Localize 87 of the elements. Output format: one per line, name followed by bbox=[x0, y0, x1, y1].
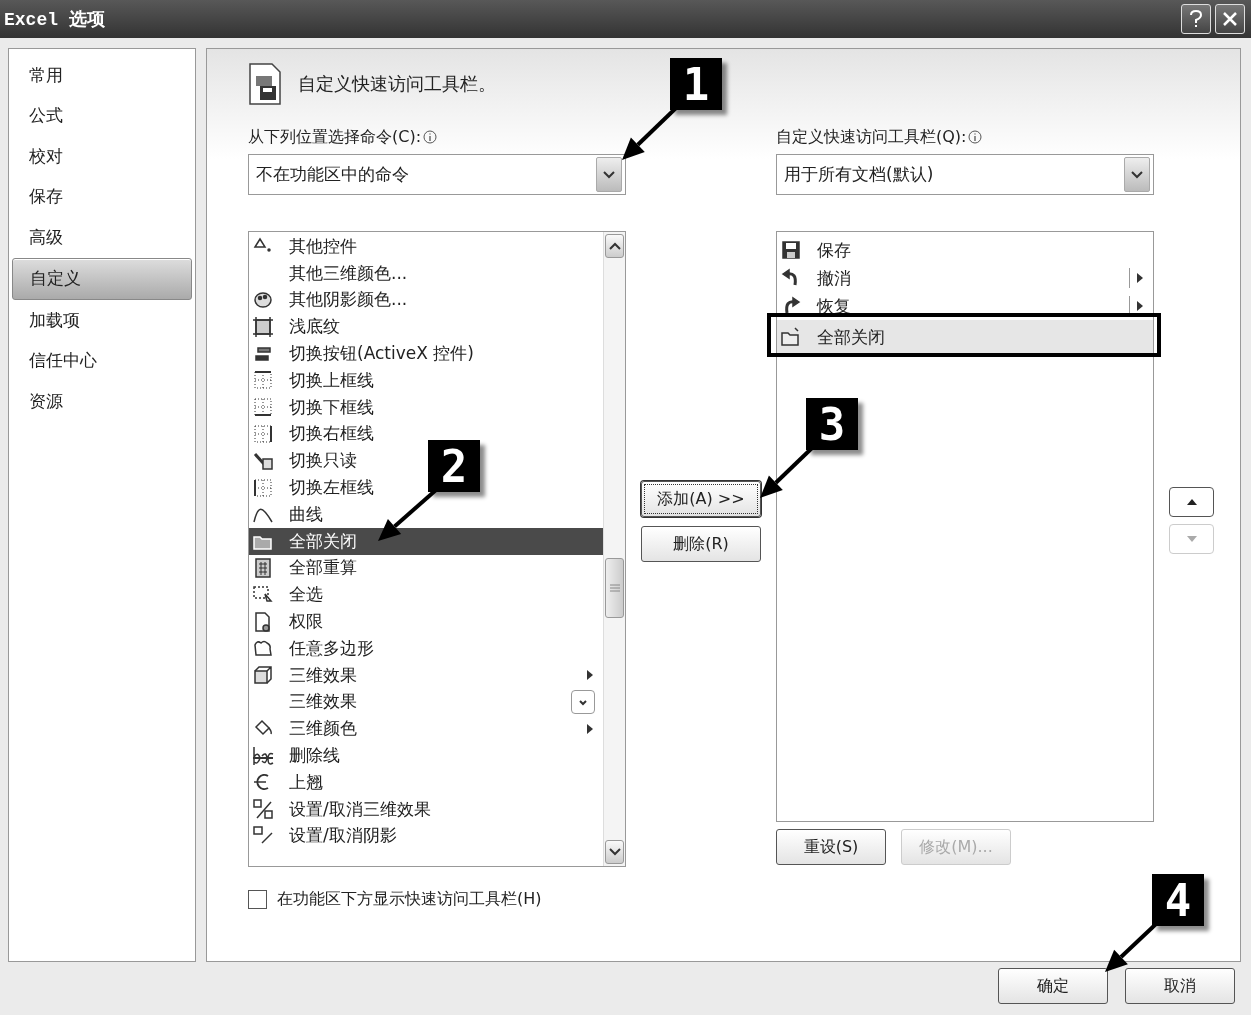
scrollbar[interactable] bbox=[603, 232, 625, 866]
sidebar-item[interactable]: 保存 bbox=[12, 176, 192, 217]
reset-button[interactable]: 重设(S) bbox=[776, 829, 886, 865]
commands-source-dropdown[interactable]: 不在功能区中的命令 bbox=[248, 154, 626, 195]
submenu-arrow-icon bbox=[585, 670, 595, 681]
callout-arrow bbox=[1105, 922, 1158, 972]
command-item[interactable]: 全选 bbox=[249, 581, 331, 609]
command-item[interactable]: 其他阴影颜色... bbox=[249, 286, 416, 314]
command-item[interactable]: 任意多边形 bbox=[249, 634, 382, 662]
section-title: 自定义快速访问工具栏。 bbox=[298, 72, 496, 96]
cube-icon bbox=[252, 664, 274, 687]
sidebar-item[interactable]: 高级 bbox=[12, 217, 192, 258]
command-item[interactable]: 全部重算 bbox=[249, 554, 365, 582]
sidebar-item[interactable]: 常用 bbox=[12, 55, 192, 96]
help-icon bbox=[1189, 10, 1203, 28]
command-item[interactable]: 切换按钮(ActiveX 控件) bbox=[249, 340, 482, 367]
toolbar-target-dropdown[interactable]: 用于所有文档(默认) bbox=[776, 154, 1154, 195]
checkbox[interactable] bbox=[248, 890, 267, 909]
sidebar-item[interactable]: 校对 bbox=[12, 136, 192, 177]
step-badge: 1 bbox=[670, 58, 722, 110]
ok-button[interactable]: 确定 bbox=[998, 968, 1108, 1004]
calculator-icon bbox=[252, 556, 274, 579]
folder-icon bbox=[780, 326, 802, 348]
window-title: Excel 选项 bbox=[4, 9, 105, 31]
command-item[interactable]: 切换左框线 bbox=[249, 474, 382, 501]
info-icon bbox=[968, 130, 983, 144]
command-item[interactable]: 上翘 bbox=[249, 768, 331, 796]
command-item[interactable]: 权限 bbox=[249, 608, 331, 635]
command-item[interactable]: 三维颜色 bbox=[249, 715, 603, 743]
close-button[interactable] bbox=[1215, 4, 1245, 34]
add-button[interactable]: 添加(A) >> bbox=[641, 481, 761, 517]
dropdown-button[interactable] bbox=[571, 689, 595, 714]
command-item[interactable]: 三维效果 bbox=[249, 661, 603, 689]
command-item[interactable]: 设置/取消三维效果 bbox=[249, 795, 439, 823]
sidebar-item[interactable]: 资源 bbox=[12, 381, 192, 422]
command-item[interactable]: 切换下框线 bbox=[249, 393, 382, 421]
border-icon bbox=[252, 369, 274, 392]
triangle-down-icon bbox=[1186, 536, 1197, 542]
sidebar-item[interactable]: 公式 bbox=[12, 95, 192, 136]
submenu-arrow-icon bbox=[1135, 273, 1145, 283]
command-item[interactable]: 浅底纹 bbox=[249, 313, 348, 341]
sidebar-item[interactable]: 信任中心 bbox=[12, 340, 192, 381]
field-label: 自定义快速访问工具栏(Q): bbox=[776, 126, 967, 148]
command-item[interactable]: 删除线 bbox=[249, 742, 348, 769]
toolbar-document-icon bbox=[248, 62, 282, 106]
palette-icon bbox=[252, 289, 274, 311]
remove-button[interactable]: 删除(R) bbox=[641, 526, 761, 562]
chevron-down-icon bbox=[1131, 170, 1143, 179]
border-icon bbox=[252, 422, 274, 445]
info-icon bbox=[423, 130, 438, 144]
border-icon bbox=[252, 396, 274, 419]
command-item[interactable]: 三维效果 bbox=[249, 688, 603, 716]
step-badge: 3 bbox=[806, 398, 858, 450]
command-item[interactable]: 切换上框线 bbox=[249, 367, 382, 394]
command-item[interactable]: 全部关闭 bbox=[249, 527, 603, 555]
border-icon bbox=[252, 476, 274, 499]
command-item[interactable]: 其他控件 bbox=[249, 233, 365, 260]
triangle-up-icon bbox=[1186, 499, 1197, 505]
cancel-button[interactable]: 取消 bbox=[1125, 968, 1235, 1004]
command-item[interactable]: 设置/取消阴影 bbox=[249, 822, 405, 850]
field-label: 从下列位置选择命令(C): bbox=[248, 126, 422, 148]
sidebar-item[interactable]: 加载项 bbox=[12, 300, 192, 341]
cube-toggle-icon bbox=[252, 798, 274, 821]
close-icon bbox=[1222, 11, 1238, 27]
command-item[interactable]: 切换只读 bbox=[249, 447, 365, 475]
checkbox-label: 在功能区下方显示快速访问工具栏(H) bbox=[277, 889, 542, 910]
command-item[interactable]: 曲线 bbox=[249, 500, 331, 528]
submenu-arrow-icon bbox=[585, 723, 595, 734]
command-item[interactable]: 其他三维颜色... bbox=[249, 259, 416, 287]
sidebar-item[interactable]: 自定义 bbox=[12, 257, 192, 300]
strikethrough-icon bbox=[252, 744, 274, 767]
save-icon bbox=[780, 239, 802, 261]
help-button[interactable] bbox=[1181, 4, 1211, 34]
toolbar-item[interactable]: 保存 bbox=[777, 236, 1153, 264]
submenu-arrow-icon bbox=[1135, 301, 1145, 311]
step-badge: 4 bbox=[1152, 874, 1204, 926]
shading-icon bbox=[252, 315, 274, 338]
chevron-down-icon bbox=[608, 848, 621, 856]
command-item[interactable]: 切换右框线 bbox=[249, 420, 382, 448]
chevron-down-icon bbox=[603, 170, 615, 179]
scroll-thumb[interactable] bbox=[605, 558, 624, 618]
move-up-button[interactable] bbox=[1169, 487, 1214, 517]
toolbar-item[interactable]: 全部关闭 bbox=[777, 320, 1153, 354]
chevron-up-icon bbox=[608, 242, 621, 250]
step-badge: 2 bbox=[428, 440, 480, 492]
chevron-down-icon bbox=[577, 697, 589, 706]
toolbar-item[interactable]: 撤消 bbox=[777, 264, 1153, 292]
